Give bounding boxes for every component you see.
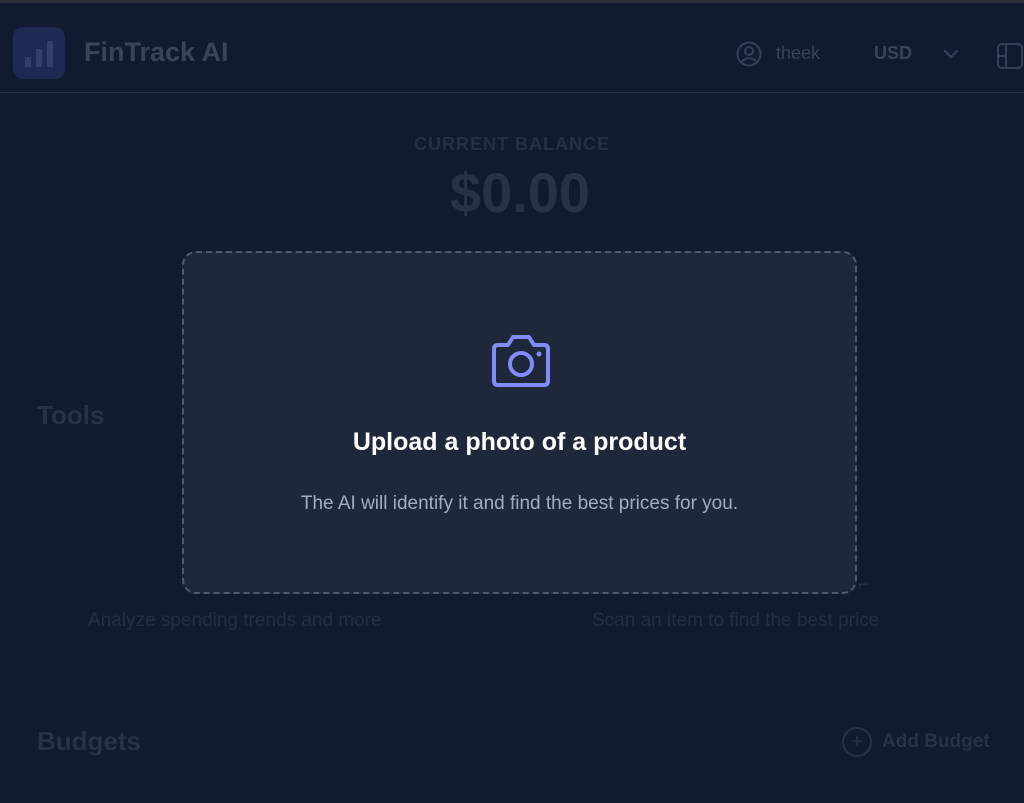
tool-description: Scan an item to find the best price — [592, 610, 880, 631]
app-header: FinTrack AI theek USD — [0, 3, 1024, 93]
user-icon[interactable] — [736, 41, 762, 67]
user-name[interactable]: theek — [776, 43, 820, 64]
sidebar-toggle-icon[interactable] — [996, 41, 1024, 71]
balance-label: CURRENT BALANCE — [414, 134, 610, 154]
chevron-down-icon[interactable] — [942, 47, 960, 61]
budgets-heading: Budgets — [37, 726, 141, 756]
add-budget-button[interactable]: + Add Budget — [842, 726, 990, 758]
upload-subtitle: The AI will identify it and find the bes… — [300, 493, 739, 514]
camera-icon — [492, 335, 550, 387]
plus-icon: + — [842, 727, 872, 757]
tool-description: Analyze spending trends and more — [88, 610, 382, 631]
add-budget-label: Add Budget — [882, 731, 990, 752]
tool-badge-fragment: ⌐ — [858, 574, 869, 594]
app-title: FinTrack AI — [84, 37, 229, 67]
balance-value: $0.00 — [449, 161, 591, 224]
upload-title: Upload a photo of a product — [352, 428, 687, 456]
logo-icon — [13, 27, 65, 79]
tools-heading: Tools — [37, 400, 105, 430]
photo-upload-dropzone[interactable]: Upload a photo of a product The AI will … — [182, 251, 857, 594]
currency-select[interactable]: USD — [874, 43, 912, 64]
